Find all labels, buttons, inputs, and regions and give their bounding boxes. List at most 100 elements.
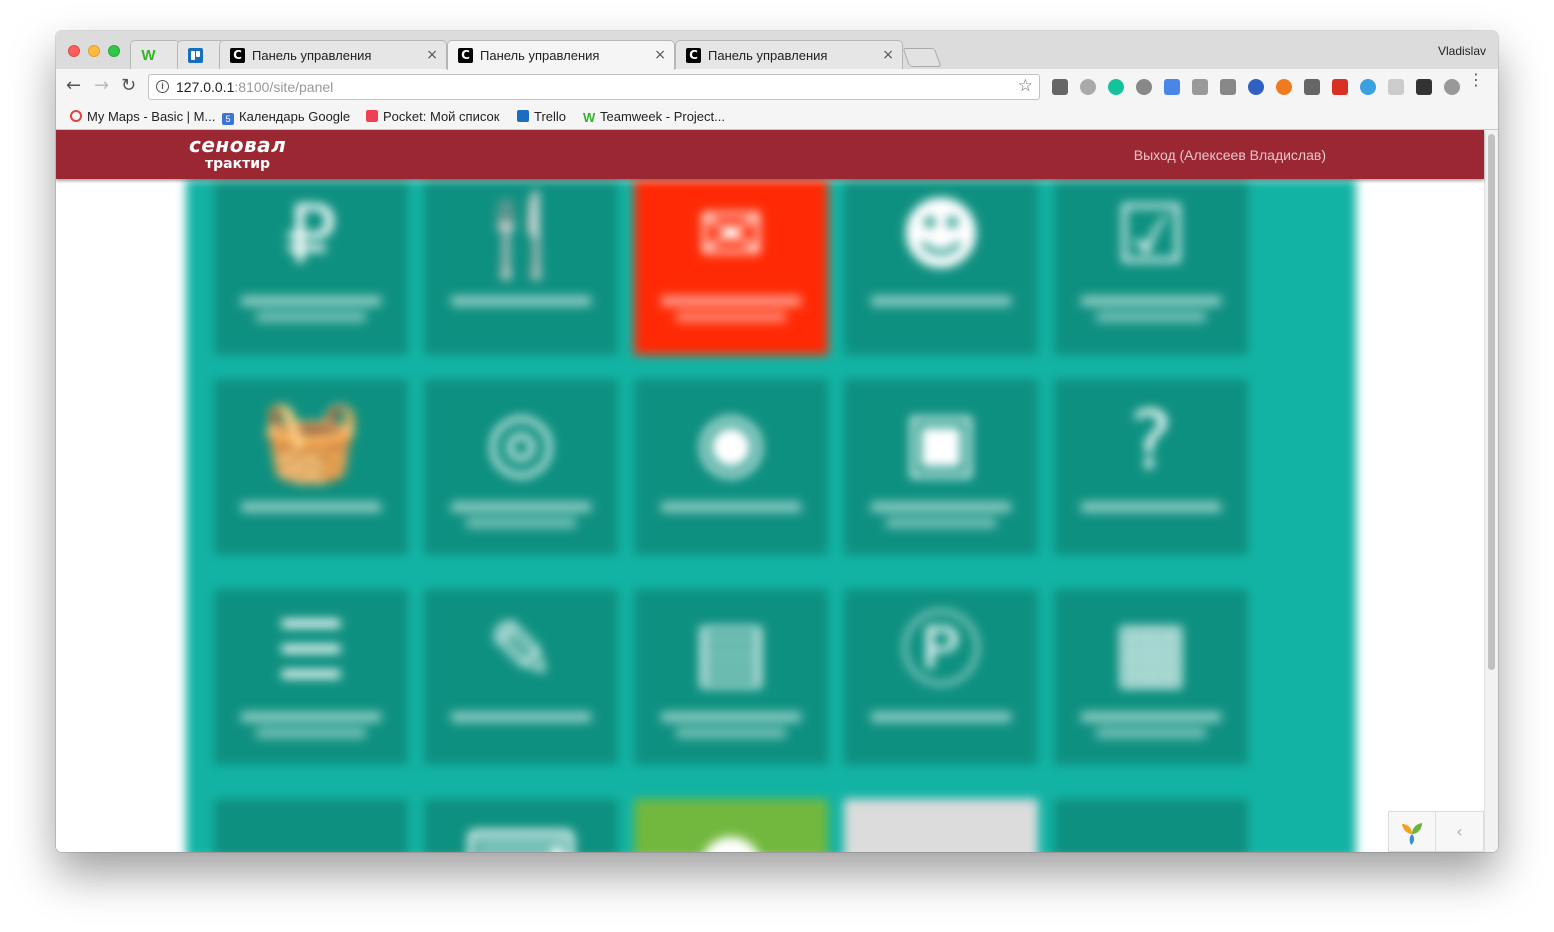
panel-tile[interactable]: ▤ (634, 589, 828, 765)
close-window-button[interactable] (68, 45, 80, 57)
bookmark-my-maps[interactable]: My Maps - Basic | M... (70, 109, 215, 124)
vimium-ext-icon[interactable] (1220, 79, 1236, 95)
tab-teamweek[interactable]: W (130, 40, 180, 70)
panel-tile[interactable]: ☰ (214, 589, 408, 765)
bookmarks-bar: My Maps - Basic | M... 5 Календарь Google… (56, 105, 1498, 130)
panel-tile[interactable]: ✉ (634, 179, 828, 355)
scrollbar-thumb[interactable] (1488, 134, 1495, 670)
close-tab-icon[interactable]: × (426, 47, 438, 63)
reload-icon[interactable]: ↻ (121, 77, 136, 95)
tile-label-blurred (1081, 296, 1221, 306)
grammarly-ext-icon[interactable] (1108, 79, 1124, 95)
pocket-ext-icon[interactable] (1052, 79, 1068, 95)
url-path: :8100/site/panel (234, 79, 334, 95)
panel-tile[interactable]: 🍴 (424, 179, 618, 355)
panel-tile[interactable]: ☁ (1054, 799, 1248, 852)
minimize-window-button[interactable] (88, 45, 100, 57)
money-icon: ▣ (903, 393, 979, 487)
c-icon: C (230, 48, 245, 63)
panel-tile[interactable] (844, 799, 1038, 852)
lightbulb-ext-icon[interactable] (1304, 79, 1320, 95)
profile-name[interactable]: Vladislav (1438, 44, 1486, 58)
tile-label-blurred (871, 502, 1011, 512)
translate-ext-icon[interactable] (1164, 79, 1180, 95)
panel-tile[interactable]: 🧺 (214, 379, 408, 555)
panel-tile[interactable]: ✎ (424, 589, 618, 765)
control-panel-grid: ₽ 🍴 ✉ ☻ ☑ 🧺 ◎ ◉ ▣? ☰ ✎ ▤ Ⓟ ▦ ▂ ⌨ ● ☁ (186, 179, 1356, 852)
collapse-debug-button[interactable]: ‹ (1436, 811, 1484, 852)
close-tab-icon[interactable]: × (882, 47, 894, 63)
panel-tile[interactable]: ▣ (844, 379, 1038, 555)
logout-link[interactable]: Выход (Алексеев Владислав) (1134, 147, 1326, 163)
panel-tile[interactable]: ☻ (844, 179, 1038, 355)
gmail-ext-icon[interactable] (1332, 79, 1348, 95)
globe-ext-icon[interactable] (1248, 79, 1264, 95)
close-tab-icon[interactable]: × (654, 47, 666, 63)
users-icon: ☻ (899, 187, 983, 281)
panel-tile[interactable]: ⌨ (424, 799, 618, 852)
reader-ext-icon[interactable] (1192, 79, 1208, 95)
circle-icon: ● (681, 813, 781, 852)
url-host: 127.0.0.1 (176, 79, 235, 95)
eye-icon: ◉ (696, 393, 766, 487)
tab-panel-3[interactable]: C Панель управления × (675, 40, 903, 70)
tile-label-blurred (241, 712, 381, 722)
forward-icon[interactable]: → (94, 77, 109, 95)
b-ext-icon[interactable] (1276, 79, 1292, 95)
timer-ext-icon[interactable] (1360, 79, 1376, 95)
trello-icon (517, 110, 529, 122)
panel-tile[interactable]: ? (1054, 379, 1248, 555)
bookmark-trello[interactable]: Trello (517, 109, 566, 124)
sb-ext-icon[interactable] (1136, 79, 1152, 95)
bookmark-teamweek[interactable]: W Teamweek - Project... (583, 109, 725, 124)
panel-tile[interactable]: ◉ (634, 379, 828, 555)
tab-label: Панель управления (252, 48, 372, 63)
zoom-window-button[interactable] (108, 45, 120, 57)
tile-label-blurred (241, 296, 381, 306)
calendar-icon: 5 (222, 113, 234, 125)
blank-icon (891, 813, 991, 852)
bookmark-label: Pocket: Мой список (383, 109, 500, 124)
fork-knife-icon: 🍴 (471, 187, 571, 281)
bookmark-google-calendar[interactable]: 5 Календарь Google (222, 109, 350, 125)
bookmark-label: My Maps - Basic | M... (87, 109, 216, 124)
tile-label-blurred (1096, 728, 1206, 738)
keyboard-icon: ⌨ (463, 813, 578, 852)
site-info-icon[interactable]: i (156, 80, 169, 93)
bookmark-pocket[interactable]: Pocket: Мой список (366, 109, 499, 124)
tile-label-blurred (451, 502, 591, 512)
w-ext-icon[interactable] (1444, 79, 1460, 95)
panel-tile[interactable]: ▂ (214, 799, 408, 852)
address-bar[interactable]: i 127.0.0.1:8100/site/panel ☆ (148, 74, 1040, 100)
menu-icon[interactable]: ⋮ (1468, 72, 1484, 88)
circle-p-icon: Ⓟ (901, 603, 981, 697)
bookmark-star-icon[interactable]: ☆ (1018, 76, 1033, 96)
new-tab-button[interactable] (902, 48, 942, 67)
tile-label-blurred (661, 296, 801, 306)
tile-label-blurred (676, 728, 786, 738)
tile-label-blurred (1096, 312, 1206, 322)
tab-trello[interactable] (177, 40, 225, 70)
panel-tile[interactable]: ● (634, 799, 828, 852)
tab-panel-1[interactable]: C Панель управления × (219, 40, 447, 70)
page-scrollbar[interactable] (1484, 130, 1498, 852)
back-icon[interactable]: ← (66, 77, 81, 95)
slash-ext-icon[interactable] (1416, 79, 1432, 95)
logo-title: сеновал (189, 133, 287, 157)
panel-tile[interactable]: ₽ (214, 179, 408, 355)
panel-tile[interactable]: Ⓟ (844, 589, 1038, 765)
tile-label-blurred (676, 312, 786, 322)
drive-ext-icon[interactable] (1080, 79, 1096, 95)
site-logo[interactable]: сеновал трактир (189, 133, 287, 173)
yii-debug-button[interactable] (1388, 811, 1436, 852)
tile-label-blurred (661, 502, 801, 512)
lock-ext-icon[interactable] (1388, 79, 1404, 95)
panel-tile[interactable]: ☑ (1054, 179, 1248, 355)
tab-panel-2[interactable]: C Панель управления × (447, 40, 675, 70)
c-icon: C (686, 48, 701, 63)
panel-tile[interactable]: ◎ (424, 379, 618, 555)
tile-label-blurred (241, 502, 381, 512)
cloud-icon: ☁ (1101, 813, 1201, 852)
panel-tile[interactable]: ▦ (1054, 589, 1248, 765)
maps-icon (70, 110, 82, 122)
